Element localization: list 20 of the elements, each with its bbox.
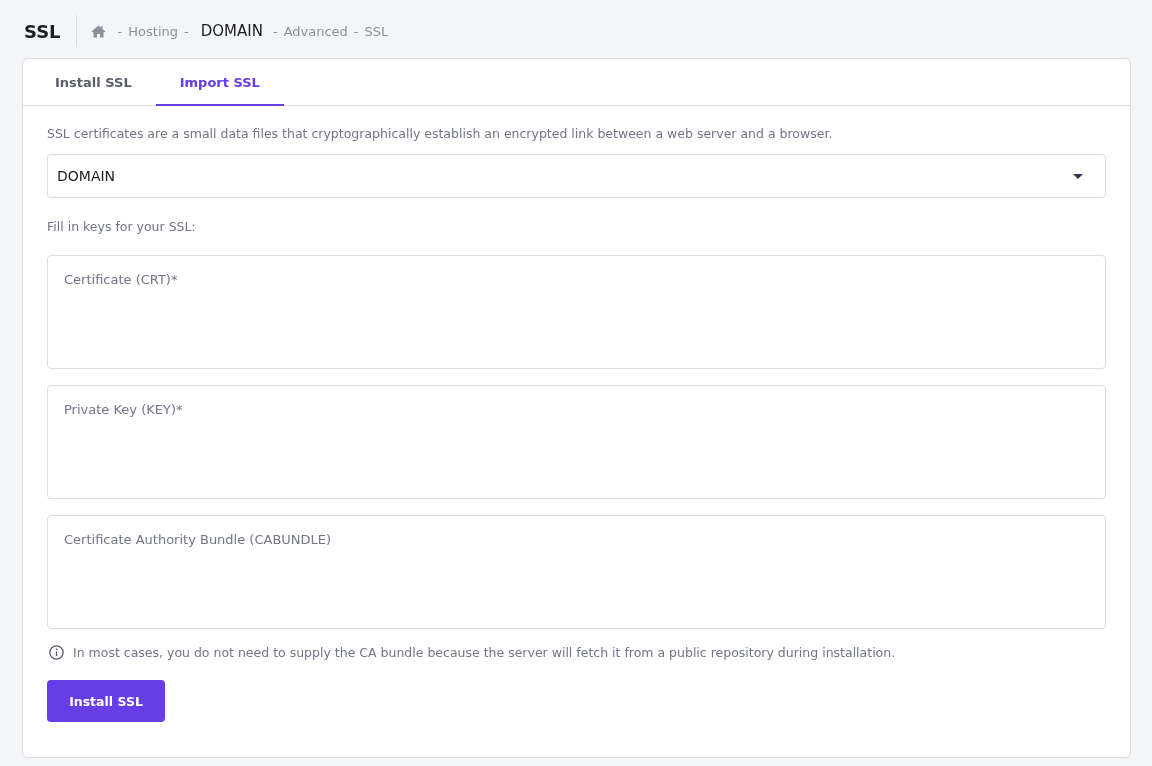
home-icon[interactable]: [90, 24, 106, 38]
install-ssl-button[interactable]: Install SSL: [47, 680, 165, 722]
info-note: In most cases, you do not need to supply the CA bundle because the server will fetch it from a public repository during installation.: [73, 645, 896, 660]
caret-icon: [1073, 173, 1083, 179]
breadcrumb-separator: -: [117, 23, 123, 39]
domain-select[interactable]: DOMAIN: [47, 154, 1106, 198]
tab[interactable]: Import SSL: [155, 59, 284, 106]
text-area-field[interactable]: Private Key (KEY)*: [47, 385, 1106, 499]
select-value: DOMAIN: [57, 168, 116, 184]
fields-label: Fill in keys for your SSL:: [47, 218, 197, 236]
breadcrumb-current: DOMAIN: [200, 22, 263, 40]
text-area-field[interactable]: Certificate Authority Bundle (CABUNDLE): [47, 515, 1106, 629]
breadcrumb-separator: -: [272, 23, 278, 39]
breadcrumb-separator: -: [353, 23, 359, 39]
info-icon: [49, 645, 64, 660]
description-text: SSL certificates are a small data files that cryptographically establish an encrypted link between a web server and a browser.: [47, 125, 834, 143]
text-area-field[interactable]: Certificate (CRT)*: [47, 255, 1106, 369]
page-title: SSL: [24, 20, 61, 42]
tab[interactable]: Install SSL: [31, 59, 156, 106]
breadcrumb-separator: -: [184, 23, 189, 39]
